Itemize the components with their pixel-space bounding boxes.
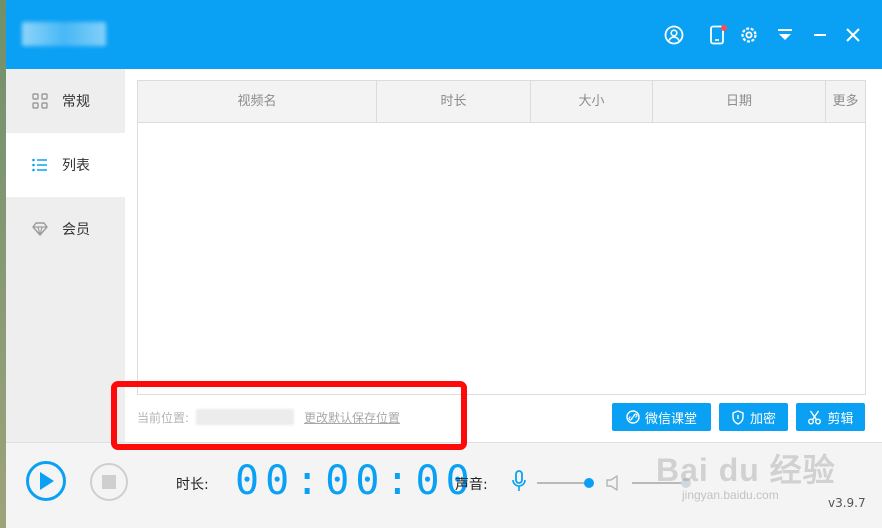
title-bar (6, 0, 882, 69)
column-header-more[interactable]: 更多 (826, 81, 865, 122)
notification-dot (721, 25, 727, 31)
cut-label: 剪辑 (827, 411, 854, 427)
mobile-icon[interactable] (706, 24, 728, 46)
wechat-class-button[interactable]: 微信课堂 (612, 403, 711, 431)
table-header: 视频名 时长 大小 日期 更多 (138, 81, 865, 123)
video-table: 视频名 时长 大小 日期 更多 (137, 80, 866, 395)
minimize-icon[interactable] (809, 24, 831, 46)
red-highlight-box (111, 381, 467, 450)
shield-icon (731, 409, 745, 425)
record-timer: 00:00:00 (235, 458, 476, 504)
app-window: 常规 列表 会员 视频名 时长 大小 日期 更多 当前位置: 更改默认保存位置 … (6, 0, 882, 528)
duration-label: 时长: (176, 477, 209, 493)
link-icon (626, 410, 640, 424)
column-header-size[interactable]: 大小 (531, 81, 653, 122)
column-header-date[interactable]: 日期 (653, 81, 826, 122)
diamond-icon (31, 220, 49, 238)
grid-icon (31, 92, 49, 110)
sidebar-item-member[interactable]: 会员 (6, 197, 125, 261)
encrypt-label: 加密 (749, 411, 776, 427)
version-label: v3.9.7 (828, 496, 866, 510)
sound-label: 声音: (455, 477, 488, 493)
app-logo (22, 22, 106, 46)
sidebar-item-list[interactable]: 列表 (6, 133, 125, 197)
wechat-class-label: 微信课堂 (644, 411, 697, 427)
cut-button[interactable]: 剪辑 (796, 403, 865, 431)
user-icon[interactable] (663, 24, 685, 46)
sidebar-item-general[interactable]: 常规 (6, 69, 125, 133)
stop-icon (102, 475, 116, 489)
speaker-icon[interactable] (605, 474, 621, 496)
stop-button[interactable] (90, 463, 128, 501)
speaker-volume-knob[interactable] (681, 478, 691, 488)
mic-volume-knob[interactable] (584, 478, 594, 488)
microphone-icon[interactable] (511, 470, 527, 496)
sidebar-item-label: 会员 (62, 222, 90, 238)
baidu-watermark-url: jingyan.baidu.com (682, 488, 779, 502)
sidebar-item-label: 常规 (62, 94, 90, 110)
encrypt-button[interactable]: 加密 (719, 403, 788, 431)
sidebar: 常规 列表 会员 (6, 69, 125, 442)
column-header-name[interactable]: 视频名 (138, 81, 377, 122)
column-header-duration[interactable]: 时长 (377, 81, 531, 122)
scissors-icon (807, 410, 822, 425)
list-icon (31, 156, 49, 174)
play-icon (40, 472, 54, 490)
recording-control-bar: 时长: 00:00:00 声音: v3.9.7 Bai du 经验 jingya… (6, 442, 882, 528)
settings-gear-icon[interactable] (738, 24, 760, 46)
mic-volume-slider[interactable] (537, 482, 589, 484)
speaker-volume-slider[interactable] (632, 482, 686, 484)
sidebar-item-label: 列表 (62, 158, 90, 174)
dropdown-menu-icon[interactable] (774, 24, 796, 46)
close-icon[interactable] (842, 24, 864, 46)
play-button[interactable] (26, 461, 66, 501)
